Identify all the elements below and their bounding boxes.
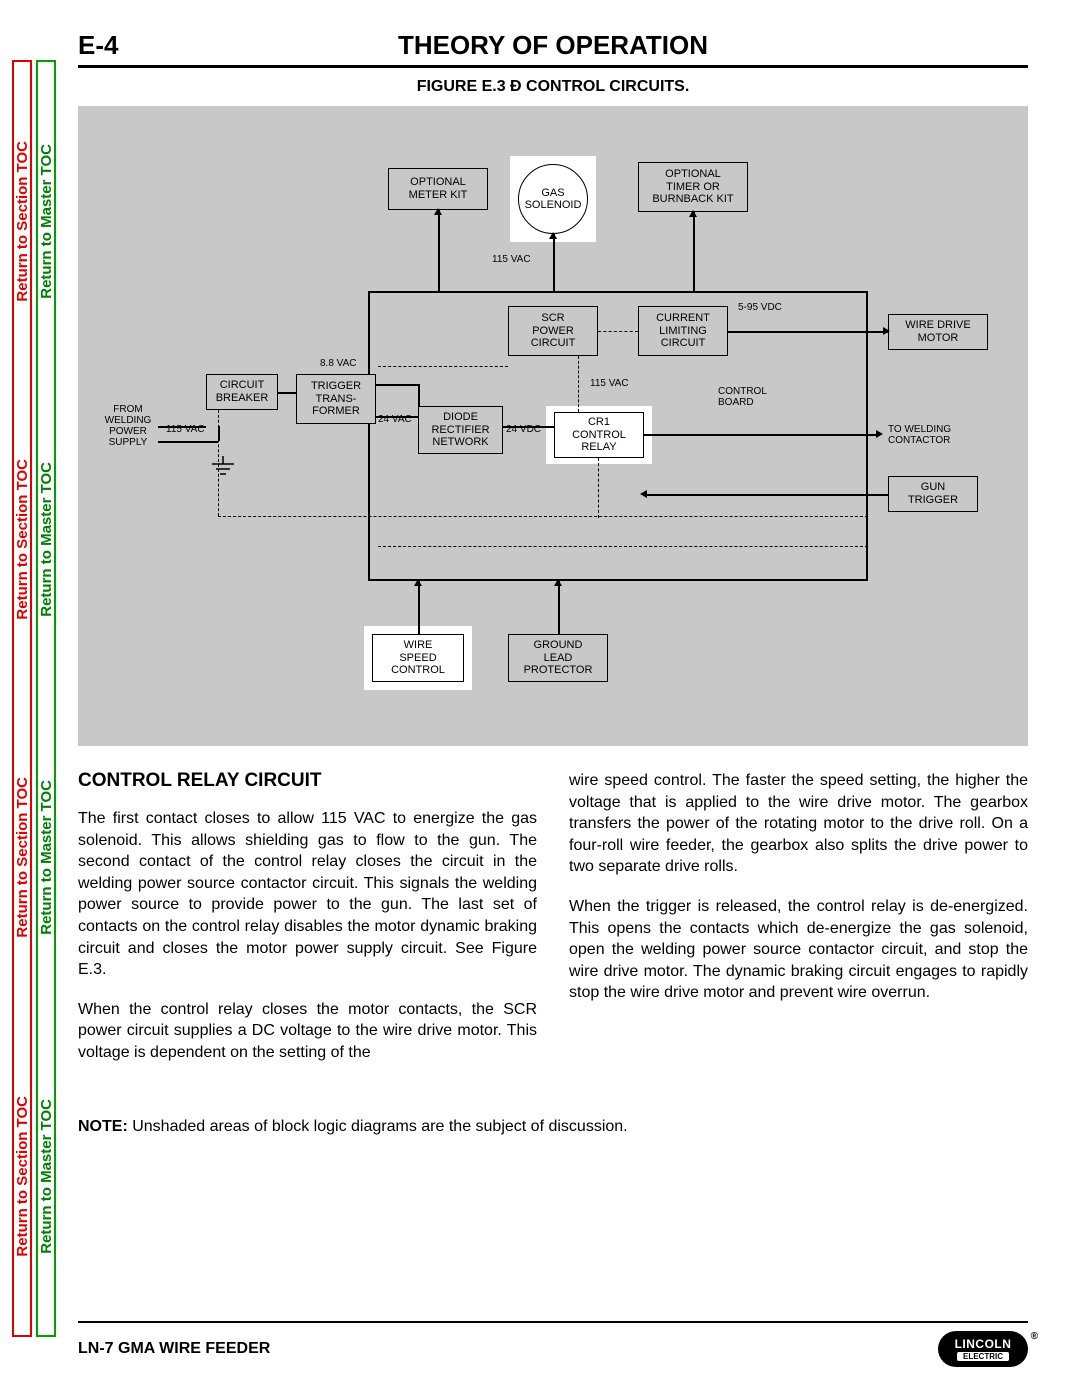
page-header: E-4 THEORY OF OPERATION — [78, 30, 1028, 68]
figure-caption: FIGURE E.3 Ð CONTROL CIRCUITS. — [78, 78, 1028, 96]
column-left: CONTROL RELAY CIRCUIT The first contact … — [78, 770, 537, 1082]
side-nav-rails: Return to Section TOC Return to Section … — [12, 60, 60, 1337]
column-right: wire speed control. The faster the speed… — [569, 770, 1028, 1082]
logo-top-text: LINCOLN — [955, 1337, 1012, 1351]
product-name: LN-7 GMA WIRE FEEDER — [78, 1340, 270, 1358]
diode-rectifier-block: DIODERECTIFIERNETWORK — [418, 406, 503, 454]
section-toc-rail[interactable]: Return to Section TOC Return to Section … — [12, 60, 32, 1337]
master-toc-link[interactable]: Return to Master TOC — [38, 1099, 55, 1254]
current-limiting-block: CURRENTLIMITINGCIRCUIT — [638, 306, 728, 356]
trigger-transformer-block: TRIGGERTRANS-FORMER — [296, 374, 376, 424]
label-8-8vac: 8.8 VAC — [320, 358, 357, 369]
section-toc-link[interactable]: Return to Section TOC — [14, 1096, 31, 1257]
block-diagram: OPTIONALMETER KIT GASSOLENOID OPTIONALTI… — [78, 106, 1028, 746]
wire-drive-motor-block: WIRE DRIVEMOTOR — [888, 314, 988, 350]
paragraph: wire speed control. The faster the speed… — [569, 770, 1028, 878]
label-control-board: CONTROLBOARD — [718, 386, 767, 408]
note-line: NOTE: Unshaded areas of block logic diag… — [78, 1118, 1028, 1136]
page-number: E-4 — [78, 30, 158, 61]
page-content: E-4 THEORY OF OPERATION FIGURE E.3 Ð CON… — [78, 30, 1028, 1367]
lincoln-electric-logo: LINCOLN ELECTRIC ® — [938, 1331, 1028, 1367]
ground-lead-protector-block: GROUNDLEADPROTECTOR — [508, 634, 608, 682]
master-toc-link[interactable]: Return to Master TOC — [38, 462, 55, 617]
section-heading: CONTROL RELAY CIRCUIT — [78, 770, 537, 792]
label-to-contactor: TO WELDINGCONTACTOR — [888, 424, 978, 446]
paragraph: The first contact closes to allow 115 VA… — [78, 808, 537, 981]
master-toc-rail[interactable]: Return to Master TOC Return to Master TO… — [36, 60, 56, 1337]
optional-timer-block: OPTIONALTIMER ORBURNBACK KIT — [638, 162, 748, 212]
master-toc-link[interactable]: Return to Master TOC — [38, 780, 55, 935]
note-label: NOTE: — [78, 1118, 128, 1135]
label-115vac-top: 115 VAC — [492, 254, 531, 265]
paragraph: When the control relay closes the motor … — [78, 999, 537, 1064]
section-toc-link[interactable]: Return to Section TOC — [14, 459, 31, 620]
logo-bottom-text: ELECTRIC — [957, 1352, 1009, 1361]
gas-solenoid-block: GASSOLENOID — [518, 164, 588, 234]
label-5-95vdc: 5-95 VDC — [738, 302, 782, 313]
gun-trigger-block: GUNTRIGGER — [888, 476, 978, 512]
label-115vac-mid: 115 VAC — [590, 378, 629, 389]
registered-icon: ® — [1031, 1331, 1038, 1342]
page-title: THEORY OF OPERATION — [158, 30, 948, 61]
page-footer: LN-7 GMA WIRE FEEDER LINCOLN ELECTRIC ® — [78, 1321, 1028, 1367]
paragraph: When the trigger is released, the contro… — [569, 896, 1028, 1004]
note-text: Unshaded areas of block logic diagrams a… — [128, 1118, 628, 1135]
section-toc-link[interactable]: Return to Section TOC — [14, 141, 31, 302]
cr1-control-relay-block: CR1CONTROLRELAY — [554, 412, 644, 458]
optional-meter-kit-block: OPTIONALMETER KIT — [388, 168, 488, 210]
master-toc-link[interactable]: Return to Master TOC — [38, 144, 55, 299]
section-toc-link[interactable]: Return to Section TOC — [14, 777, 31, 938]
circuit-breaker-block: CIRCUITBREAKER — [206, 374, 278, 410]
body-columns: CONTROL RELAY CIRCUIT The first contact … — [78, 770, 1028, 1082]
scr-power-block: SCRPOWERCIRCUIT — [508, 306, 598, 356]
ground-icon — [208, 456, 238, 478]
label-from-supply: FROMWELDINGPOWERSUPPLY — [98, 404, 158, 448]
wire-speed-control-block: WIRESPEEDCONTROL — [372, 634, 464, 682]
